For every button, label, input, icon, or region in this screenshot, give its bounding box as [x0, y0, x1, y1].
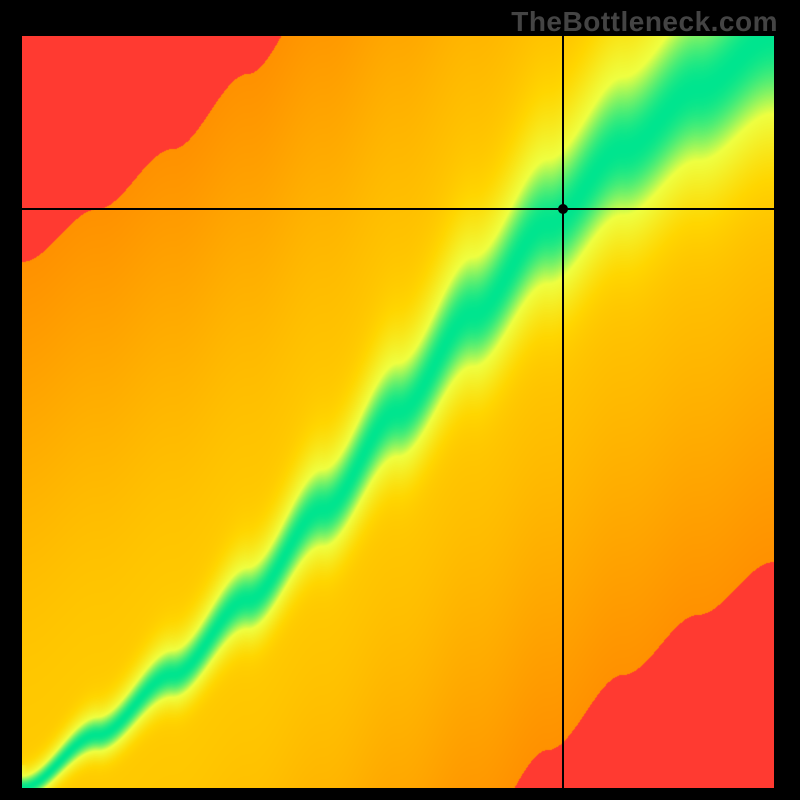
watermark-text: TheBottleneck.com [511, 6, 778, 38]
heatmap-chart [22, 36, 774, 788]
crosshair-horizontal [22, 208, 774, 210]
crosshair-point [558, 204, 568, 214]
heatmap-canvas [22, 36, 774, 788]
crosshair-vertical [562, 36, 564, 788]
